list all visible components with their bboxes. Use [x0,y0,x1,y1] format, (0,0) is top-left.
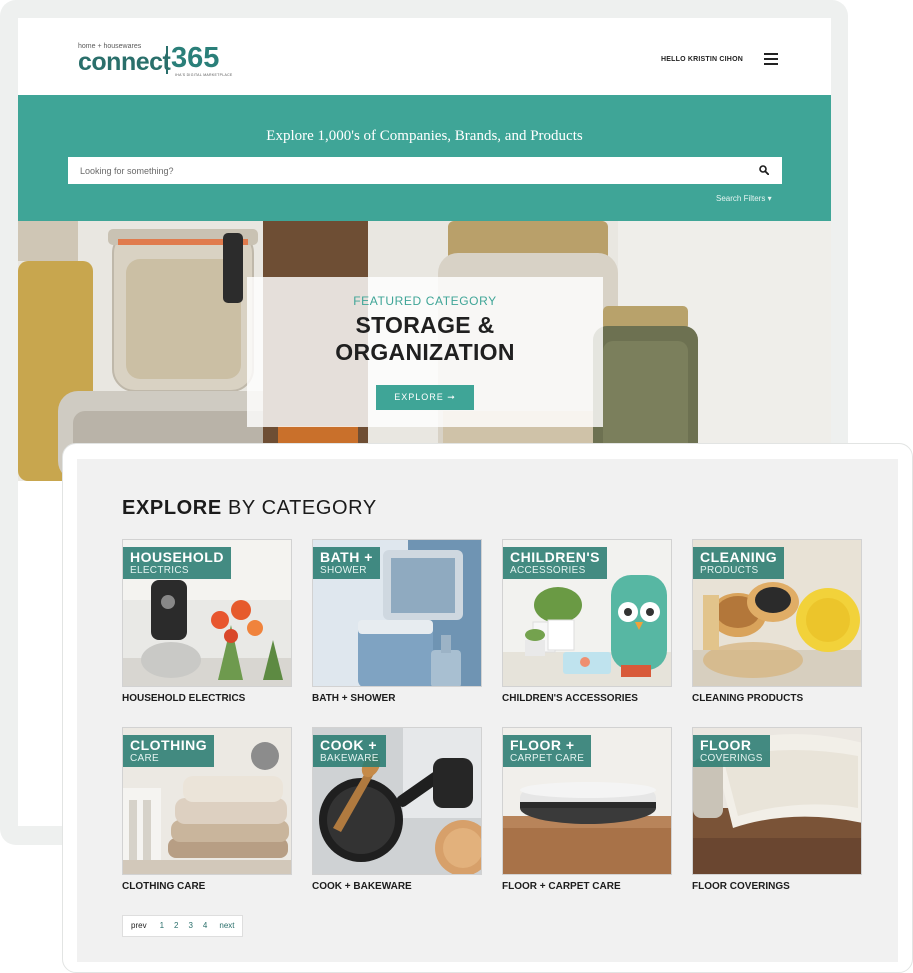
category-label[interactable]: CLEANING PRODUCTS [692,693,882,704]
explore-button[interactable]: EXPLORE ➞ [376,385,474,410]
featured-hero: FEATURED CATEGORY STORAGE & ORGANIZATION … [18,221,831,481]
search-icon[interactable] [759,165,769,175]
section-title-bold: EXPLORE [122,497,222,519]
logo-wordmark: connect [78,48,171,76]
tag-sub: BAKEWARE [320,753,379,764]
category-image-floor-coverings[interactable]: FLOOR COVERINGS [692,727,862,875]
tag-main: CLEANING [700,549,778,565]
category-label[interactable]: CHILDREN'S ACCESSORIES [502,693,692,704]
pagination-next[interactable]: next [212,915,241,937]
user-greeting[interactable]: HELLO KRISTIN CIHON [661,56,743,63]
tag-sub: ELECTRICS [130,565,189,576]
category-image-floor-carpet-care[interactable]: FLOOR + CARPET CARE [502,727,672,875]
search-filters-toggle[interactable]: Search Filters ▾ [716,194,772,203]
search-headline: Explore 1,000's of Companies, Brands, an… [266,128,583,144]
logo-tagline: IHA'S DIGITAL MARKETPLACE [175,73,233,77]
tag-main: COOK + [320,737,378,753]
hamburger-menu-icon[interactable] [764,53,778,65]
pagination: prev 1 2 3 4 next [122,915,243,937]
pagination-prev[interactable]: prev [123,915,155,937]
featured-category-card: FEATURED CATEGORY STORAGE & ORGANIZATION … [247,277,603,427]
logo-divider [166,46,168,74]
category-label[interactable]: FLOOR COVERINGS [692,881,882,892]
pagination-page-2[interactable]: 2 [169,915,183,937]
section-title: EXPLORE BY CATEGORY [122,497,377,520]
search-input[interactable] [68,157,782,184]
pagination-page-4[interactable]: 4 [198,915,212,937]
tag-sub: CARE [130,753,159,764]
featured-kicker: FEATURED CATEGORY [353,294,497,308]
pagination-page-3[interactable]: 3 [183,915,197,937]
tag-sub: ACCESSORIES [510,565,586,576]
category-tag: CLEANING PRODUCTS [693,547,785,579]
category-image-childrens-accessories[interactable]: CHILDREN'S ACCESSORIES [502,539,672,687]
tag-main: HOUSEHOLD [130,549,224,565]
category-image-cleaning-products[interactable]: CLEANING PRODUCTS [692,539,862,687]
tag-sub: COVERINGS [700,753,763,764]
category-image-bath-shower[interactable]: BATH + SHOWER [312,539,482,687]
tag-main: CLOTHING [130,737,208,753]
category-tag: COOK + BAKEWARE [313,735,386,767]
category-label[interactable]: HOUSEHOLD ELECTRICS [122,693,312,704]
category-tag: CLOTHING CARE [123,735,215,767]
site-header: home + housewares connect 365 IHA'S DIGI… [18,18,831,95]
category-label[interactable]: BATH + SHOWER [312,693,502,704]
category-label[interactable]: COOK + BAKEWARE [312,881,502,892]
category-tag: FLOOR COVERINGS [693,735,770,767]
explore-by-category-panel: EXPLORE BY CATEGORY HOUSEHOLD ELECTRICS [77,459,898,962]
tag-sub: PRODUCTS [700,565,759,576]
tag-main: BATH + [320,549,373,565]
featured-title: STORAGE & ORGANIZATION [335,312,515,365]
tag-sub: CARPET CARE [510,753,585,764]
tag-sub: SHOWER [320,565,367,576]
category-label[interactable]: FLOOR + CARPET CARE [502,881,692,892]
tag-main: CHILDREN'S [510,549,600,565]
pagination-page-1[interactable]: 1 [155,915,169,937]
category-tag: HOUSEHOLD ELECTRICS [123,547,231,579]
category-tag: FLOOR + CARPET CARE [503,735,592,767]
logo-number: 365 [171,42,220,74]
category-tag: BATH + SHOWER [313,547,380,579]
category-image-clothing-care[interactable]: CLOTHING CARE [122,727,292,875]
section-title-rest: BY CATEGORY [221,497,377,519]
tag-main: FLOOR + [510,737,575,753]
category-image-cook-bakeware[interactable]: COOK + BAKEWARE [312,727,482,875]
category-image-household-electrics[interactable]: HOUSEHOLD ELECTRICS [122,539,292,687]
category-label[interactable]: CLOTHING CARE [122,881,312,892]
category-tag: CHILDREN'S ACCESSORIES [503,547,607,579]
tag-main: FLOOR [700,737,752,753]
search-band: Explore 1,000's of Companies, Brands, an… [18,95,831,221]
